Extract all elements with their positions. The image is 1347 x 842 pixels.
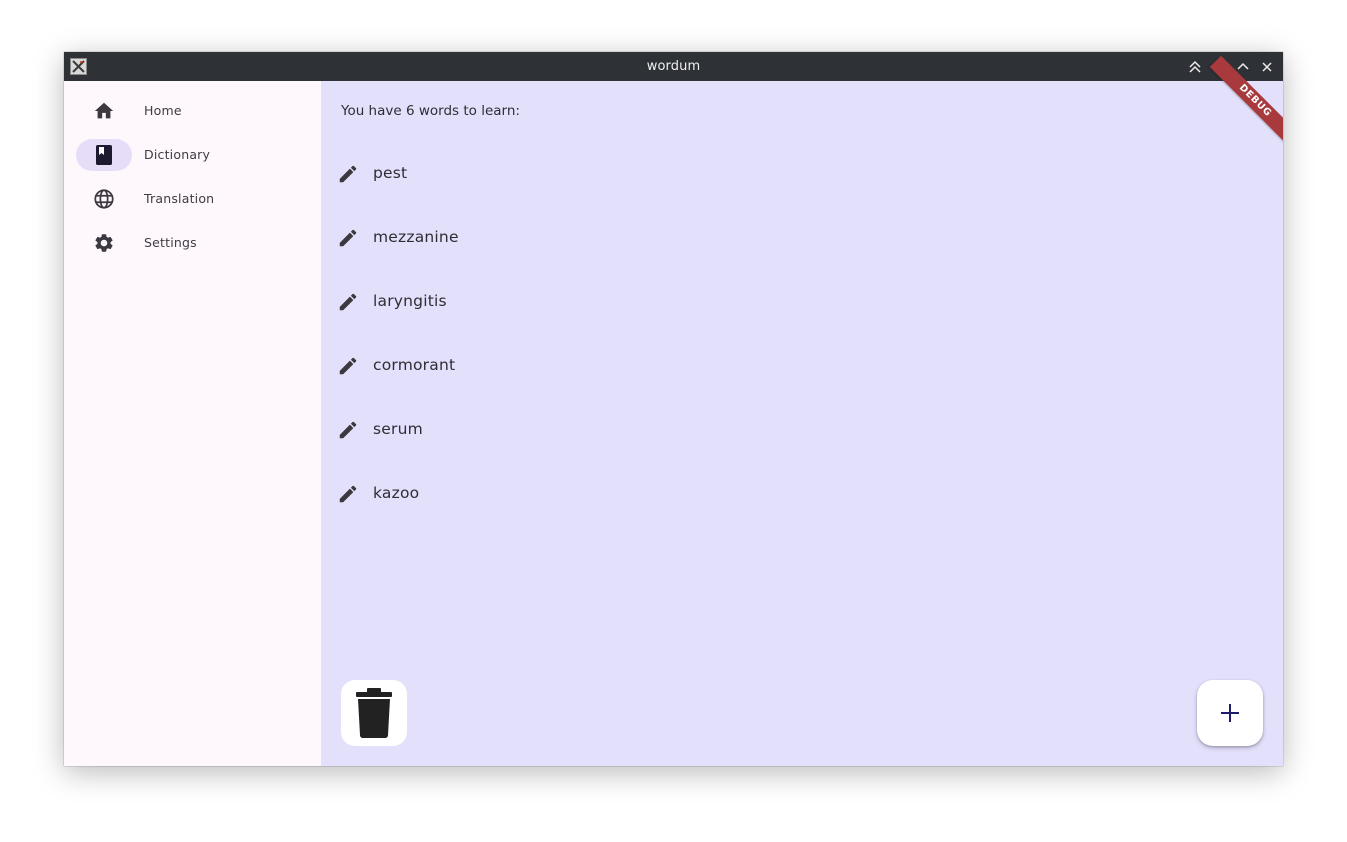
add-word-button[interactable] xyxy=(1197,680,1263,746)
keep-above-icon[interactable] xyxy=(1186,58,1204,76)
word-text: kazoo xyxy=(373,484,420,502)
title-bar[interactable]: wordum xyxy=(64,52,1283,81)
word-list-item[interactable]: pest xyxy=(337,154,937,194)
nav-item-dictionary[interactable]: Dictionary xyxy=(64,133,321,177)
trash-icon xyxy=(356,688,392,738)
globe-icon xyxy=(94,189,114,209)
words-count-heading: You have 6 words to learn: xyxy=(341,103,520,119)
nav-item-translation[interactable]: Translation xyxy=(64,177,321,221)
gear-icon xyxy=(95,234,113,252)
nav-label-home: Home xyxy=(144,103,182,118)
plus-icon xyxy=(1221,704,1239,722)
word-text: laryngitis xyxy=(373,292,447,310)
app-window: wordum Home Dictionary Translation Setti… xyxy=(64,52,1283,766)
word-text: pest xyxy=(373,164,408,182)
word-list-item[interactable]: kazoo xyxy=(337,474,937,514)
nav-label-translation: Translation xyxy=(144,191,215,206)
delete-button[interactable] xyxy=(341,680,407,746)
edit-icon[interactable] xyxy=(337,291,359,313)
nav-item-settings[interactable]: Settings xyxy=(64,221,321,265)
window-title: wordum xyxy=(646,59,701,74)
word-text: cormorant xyxy=(373,356,456,374)
nav-label-dictionary: Dictionary xyxy=(144,147,211,162)
nav-label-settings: Settings xyxy=(144,235,197,250)
nav-item-home[interactable]: Home xyxy=(64,89,321,133)
word-list-item[interactable]: serum xyxy=(337,410,937,450)
home-icon xyxy=(94,102,114,119)
book-icon xyxy=(96,145,112,165)
edit-icon[interactable] xyxy=(337,419,359,441)
word-text: serum xyxy=(373,420,423,438)
navigation-rail: Home Dictionary Translation Settings xyxy=(64,81,321,766)
edit-icon[interactable] xyxy=(337,227,359,249)
word-text: mezzanine xyxy=(373,228,459,246)
word-list-item[interactable]: laryngitis xyxy=(337,282,937,322)
close-icon[interactable] xyxy=(1258,58,1276,76)
word-list-item[interactable]: mezzanine xyxy=(337,218,937,258)
edit-icon[interactable] xyxy=(337,355,359,377)
edit-icon[interactable] xyxy=(337,483,359,505)
word-list-item[interactable]: cormorant xyxy=(337,346,937,386)
dictionary-page: You have 6 words to learn: pest mezzanine… xyxy=(321,55,1283,766)
active-indicator xyxy=(76,139,132,171)
edit-icon[interactable] xyxy=(337,163,359,185)
